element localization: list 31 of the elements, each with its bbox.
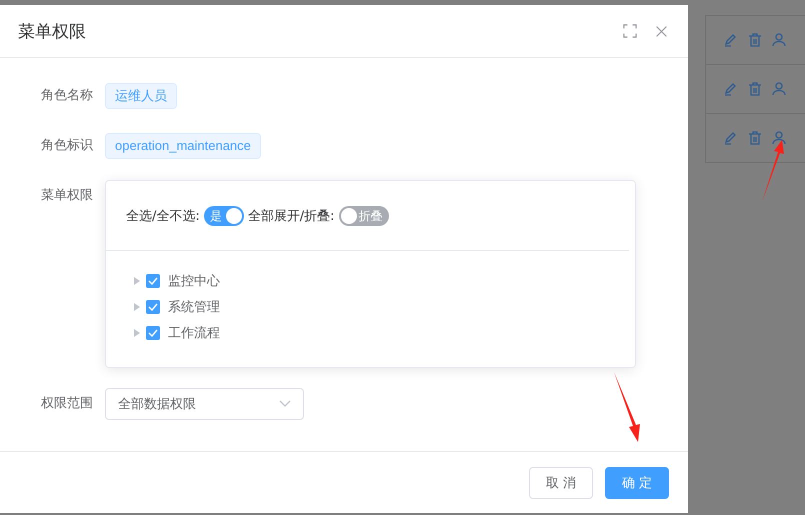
cancel-button[interactable]: 取 消 xyxy=(529,466,593,498)
switch-label: 全选/全不选: xyxy=(126,208,200,224)
close-icon[interactable] xyxy=(655,24,668,38)
trash-icon[interactable] xyxy=(747,81,763,97)
dialog-title: 菜单权限 xyxy=(18,20,87,42)
caret-icon[interactable] xyxy=(134,277,140,285)
user-icon[interactable] xyxy=(771,32,787,48)
user-icon[interactable] xyxy=(771,130,787,146)
checkbox[interactable] xyxy=(146,300,160,314)
tree-node-label[interactable]: 工作流程 xyxy=(168,324,220,342)
tag: 运维人员 xyxy=(105,83,177,109)
trash-icon[interactable] xyxy=(747,32,763,48)
field-label: 角色名称 xyxy=(40,87,94,105)
user-icon[interactable] xyxy=(771,81,787,97)
chevron-down-icon xyxy=(279,400,291,408)
tree-node-label[interactable]: 监控中心 xyxy=(168,272,220,290)
tree-node-label[interactable]: 系统管理 xyxy=(168,298,220,316)
field-label: 角色标识 xyxy=(40,137,94,155)
field-label: 菜单权限 xyxy=(40,187,94,205)
annotation-arrow xyxy=(762,140,784,202)
tag: operation_maintenance xyxy=(105,133,261,159)
trash-icon[interactable] xyxy=(747,130,763,146)
annotation-arrow xyxy=(614,372,640,442)
caret-icon[interactable] xyxy=(134,329,140,337)
field-label: 权限范围 xyxy=(40,395,94,413)
fullscreen-icon[interactable] xyxy=(623,24,637,38)
checkbox[interactable] xyxy=(146,274,160,288)
checkbox[interactable] xyxy=(146,326,160,340)
select-field[interactable]: 全部数据权限 xyxy=(105,388,304,420)
switch-label: 全部展开/折叠: xyxy=(248,208,335,224)
caret-icon[interactable] xyxy=(134,303,140,311)
